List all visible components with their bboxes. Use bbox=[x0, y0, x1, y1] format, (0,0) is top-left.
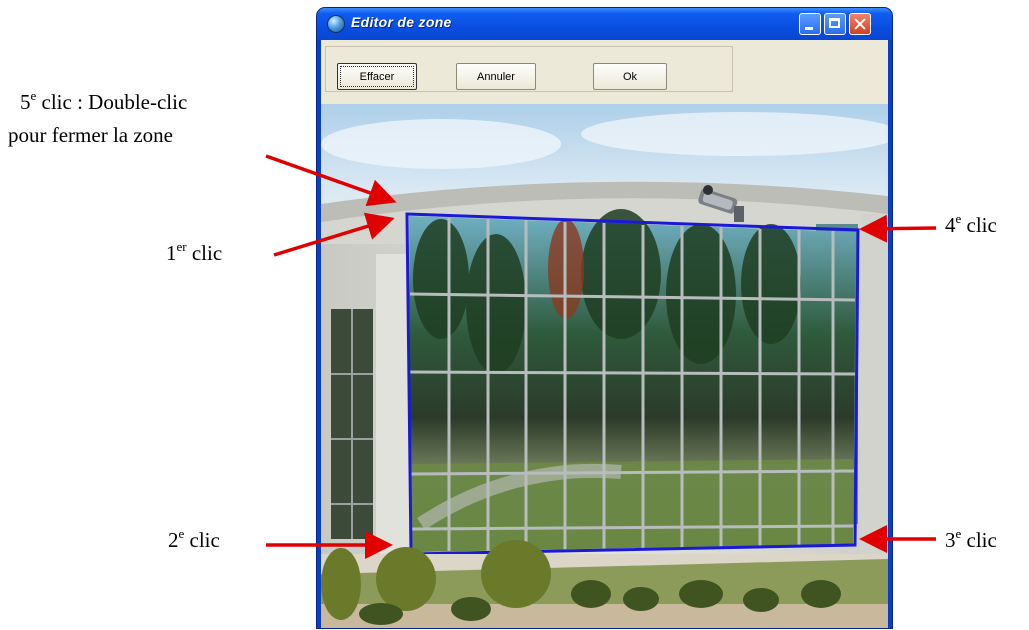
app-icon bbox=[328, 16, 344, 32]
annotation-third-num: 3 bbox=[945, 528, 956, 552]
annotation-fourth-sup: e bbox=[955, 211, 962, 226]
annotation-first-text: clic bbox=[186, 241, 223, 265]
minimize-icon[interactable] bbox=[799, 13, 821, 35]
annotation-fifth-sup: e bbox=[30, 88, 37, 103]
annotation-second-num: 2 bbox=[168, 528, 179, 552]
toolbar: Effacer Annuler Ok bbox=[321, 40, 888, 104]
annotation-first-sup: er bbox=[176, 239, 187, 254]
annotation-first-num: 1 bbox=[166, 241, 177, 265]
annuler-button[interactable]: Annuler bbox=[456, 63, 536, 90]
maximize-icon[interactable] bbox=[824, 13, 846, 35]
annotation-third-sup: e bbox=[955, 526, 962, 541]
annotation-third-text: clic bbox=[961, 528, 997, 552]
effacer-button[interactable]: Effacer bbox=[337, 63, 417, 90]
title-bar[interactable]: Editor de zone bbox=[317, 8, 892, 40]
annotation-fifth-text: clic : Double-clic bbox=[36, 90, 188, 114]
zone-editor-window: Editor de zone Effacer Annuler Ok bbox=[317, 8, 892, 628]
annotation-second-text: clic bbox=[184, 528, 220, 552]
annotation-third-click: 3e clic bbox=[945, 526, 997, 553]
window-title: Editor de zone bbox=[351, 14, 452, 30]
annotation-first-click: 1er clic bbox=[166, 239, 223, 266]
annotation-fifth-num: 5 bbox=[20, 90, 31, 114]
camera-scene bbox=[321, 104, 888, 628]
camera-image-canvas[interactable] bbox=[321, 104, 888, 628]
annotation-fourth-text: clic bbox=[961, 213, 997, 237]
annotation-second-sup: e bbox=[178, 526, 185, 541]
annotation-fifth-click: 5e clic : Double-clic bbox=[20, 88, 188, 115]
annotation-second-click: 2e clic bbox=[168, 526, 220, 553]
annotation-fifth-click-line2: pour fermer la zone bbox=[8, 123, 173, 147]
close-icon[interactable] bbox=[849, 13, 871, 35]
annotation-fourth-click: 4e clic bbox=[945, 211, 997, 238]
annotation-fourth-num: 4 bbox=[945, 213, 956, 237]
ok-button[interactable]: Ok bbox=[593, 63, 667, 90]
